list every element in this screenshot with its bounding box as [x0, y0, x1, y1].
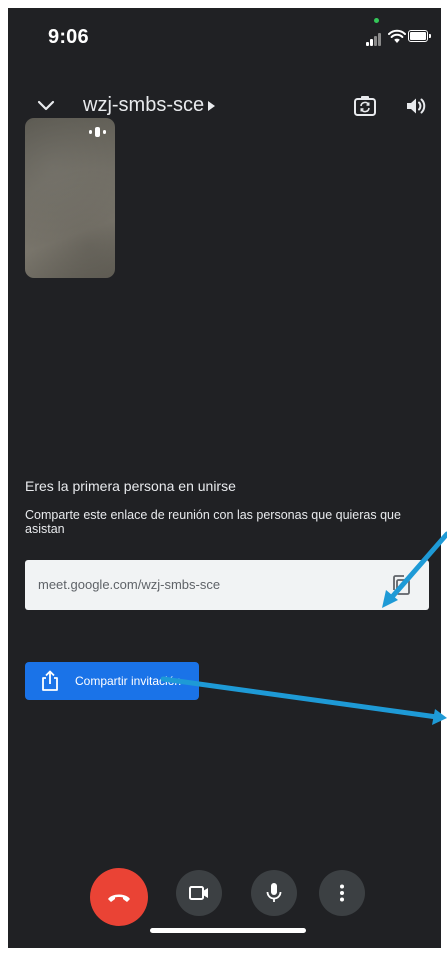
- wifi-icon: [388, 29, 406, 43]
- share-invite-label: Compartir invitación: [75, 674, 182, 688]
- meeting-link-box[interactable]: meet.google.com/wzj-smbs-sce: [25, 560, 429, 610]
- audio-level-icon: [89, 127, 107, 137]
- signal-icon: [366, 30, 384, 46]
- microphone-icon: [266, 883, 282, 902]
- microphone-toggle-button[interactable]: [251, 870, 297, 916]
- camera-toggle-button[interactable]: [176, 870, 222, 916]
- copy-icon[interactable]: [389, 573, 413, 597]
- speaker-icon[interactable]: [402, 92, 430, 120]
- share-link-description: Comparte este enlace de reunión con las …: [25, 508, 401, 536]
- camera-icon: [189, 886, 208, 900]
- status-bar: 9:06: [8, 8, 441, 64]
- end-call-button[interactable]: [90, 868, 148, 926]
- more-options-button[interactable]: [319, 870, 365, 916]
- self-video-preview[interactable]: [25, 118, 115, 278]
- meet-screen: 9:06 wzj-smbs-sce Eres la primera person…: [8, 8, 441, 948]
- home-indicator: [150, 928, 306, 933]
- battery-icon: [408, 30, 431, 42]
- more-vert-icon: [340, 884, 344, 902]
- meeting-link[interactable]: meet.google.com/wzj-smbs-sce: [38, 577, 220, 592]
- share-invite-button[interactable]: Compartir invitación: [25, 662, 199, 700]
- privacy-indicator: [374, 18, 379, 23]
- caret-right-icon[interactable]: [208, 101, 215, 111]
- status-time: 9:06: [48, 26, 89, 48]
- share-icon: [42, 670, 58, 691]
- switch-camera-icon[interactable]: [351, 92, 379, 120]
- first-to-join-heading: Eres la primera persona en unirse: [25, 478, 236, 494]
- meeting-code-title[interactable]: wzj-smbs-sce: [83, 94, 204, 117]
- end-call-icon: [108, 894, 130, 902]
